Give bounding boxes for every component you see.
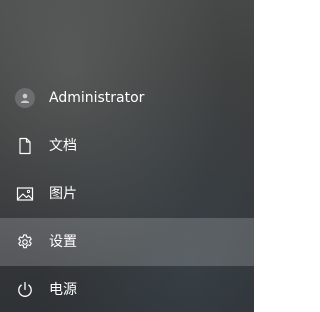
menu-item-account[interactable]: Administrator [0,74,254,122]
menu-item-label: 文档 [49,138,77,154]
menu-item-power[interactable]: 电源 [0,266,254,312]
picture-icon [15,184,35,204]
menu-item-label: Administrator [49,90,145,106]
menu-item-label: 图片 [49,186,77,202]
menu-item-settings[interactable]: 设置 [0,218,254,266]
menu-item-label: 电源 [49,282,77,298]
user-avatar-icon [15,88,35,108]
start-menu-list: Administrator 文档 图片 设置 电源 [0,74,254,312]
document-icon [15,136,35,156]
power-icon [15,280,35,300]
menu-item-documents[interactable]: 文档 [0,122,254,170]
menu-item-pictures[interactable]: 图片 [0,170,254,218]
menu-item-label: 设置 [49,234,77,250]
start-menu-panel: Administrator 文档 图片 设置 电源 [0,0,254,312]
gear-icon [15,232,35,252]
